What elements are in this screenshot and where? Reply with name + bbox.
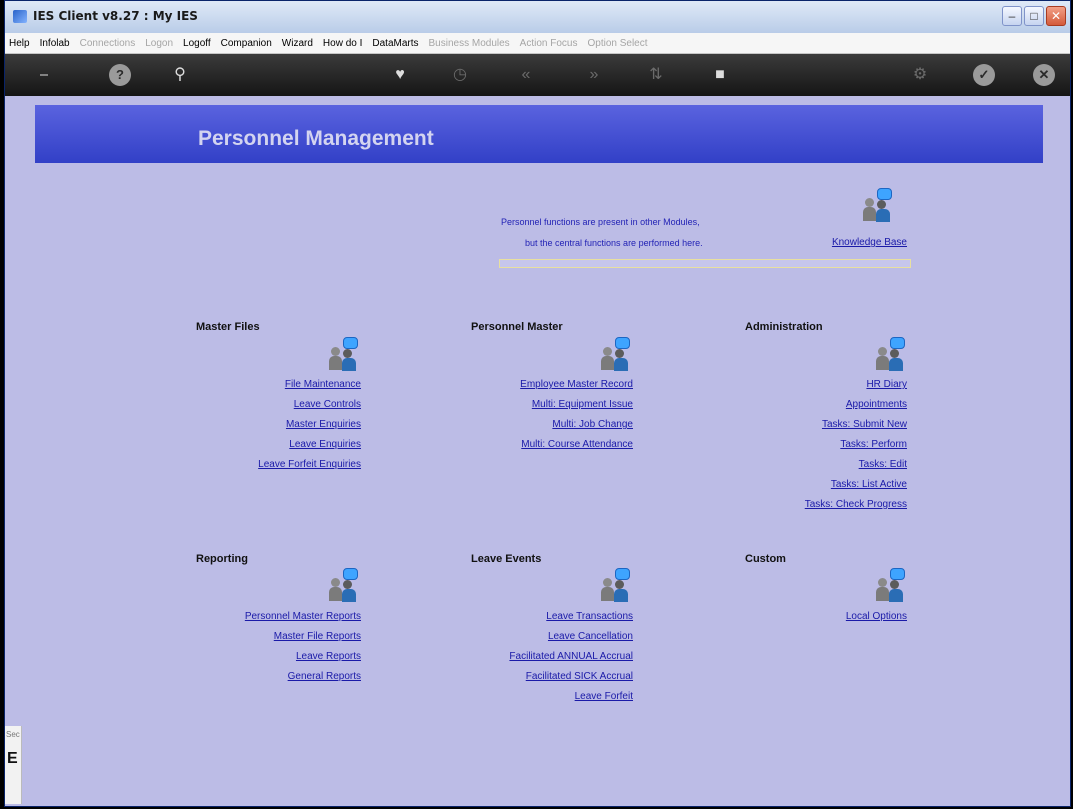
link-personnel-master-reports[interactable]: Personnel Master Reports <box>245 609 361 629</box>
toolbar: ⎯ ? ⚲ ♥ ◷ « » ⇅ ■ ⚙ ✓ ✕ <box>5 54 1070 96</box>
custom-title: Custom <box>745 553 786 565</box>
link-leave-transactions[interactable]: Leave Transactions <box>546 609 633 629</box>
personnel-master-links: Employee Master Record Multi: Equipment … <box>520 377 633 457</box>
reporting-person-icon[interactable] <box>328 568 358 602</box>
cancel-icon[interactable]: ✕ <box>1033 64 1055 86</box>
side-panel-stub[interactable]: Sec E <box>5 726 22 804</box>
minimize-button[interactable]: – <box>1002 6 1022 26</box>
knowledge-base-icon[interactable] <box>862 188 892 222</box>
link-multi-course-attendance[interactable]: Multi: Course Attendance <box>521 437 633 457</box>
clock-icon[interactable]: ◷ <box>449 64 471 86</box>
confirm-icon[interactable]: ✓ <box>973 64 995 86</box>
custom-links: Local Options <box>846 609 907 629</box>
leave-events-links: Leave Transactions Leave Cancellation Fa… <box>509 609 633 709</box>
link-tasks-perform[interactable]: Tasks: Perform <box>840 437 907 457</box>
link-multi-job-change[interactable]: Multi: Job Change <box>552 417 633 437</box>
link-master-enquiries[interactable]: Master Enquiries <box>286 417 361 437</box>
menu-connections[interactable]: Connections <box>80 38 136 49</box>
link-leave-reports[interactable]: Leave Reports <box>296 649 361 669</box>
master-files-person-icon[interactable] <box>328 337 358 371</box>
link-tasks-edit[interactable]: Tasks: Edit <box>859 457 907 477</box>
link-tasks-list-active[interactable]: Tasks: List Active <box>831 477 907 497</box>
menu-companion[interactable]: Companion <box>221 38 272 49</box>
administration-title: Administration <box>745 321 823 333</box>
help-icon[interactable]: ? <box>109 64 131 86</box>
link-leave-forfeit-enquiries[interactable]: Leave Forfeit Enquiries <box>258 457 361 477</box>
link-employee-master-record[interactable]: Employee Master Record <box>520 377 633 397</box>
info-text-line-1: Personnel functions are present in other… <box>501 217 700 227</box>
menu-logoff[interactable]: Logoff <box>183 38 211 49</box>
menu-how-do-i[interactable]: How do I <box>323 38 362 49</box>
menu-action-focus[interactable]: Action Focus <box>520 38 578 49</box>
administration-person-icon[interactable] <box>875 337 905 371</box>
settings-icon[interactable]: ⚙ <box>909 64 931 86</box>
stop-icon[interactable]: ■ <box>709 64 731 86</box>
menu-option-select[interactable]: Option Select <box>587 38 647 49</box>
reporting-title: Reporting <box>196 553 248 565</box>
menu-logon[interactable]: Logon <box>145 38 173 49</box>
menu-datamarts[interactable]: DataMarts <box>372 38 418 49</box>
master-files-title: Master Files <box>196 321 260 333</box>
info-text-line-2: but the central functions are performed … <box>525 238 703 248</box>
link-leave-enquiries[interactable]: Leave Enquiries <box>289 437 361 457</box>
page-banner: Personnel Management <box>35 105 1043 163</box>
info-progress-bar <box>499 259 911 268</box>
personnel-master-person-icon[interactable] <box>600 337 630 371</box>
heart-icon[interactable]: ♥ <box>389 64 411 86</box>
leave-events-title: Leave Events <box>471 553 542 565</box>
link-master-file-reports[interactable]: Master File Reports <box>274 629 361 649</box>
link-general-reports[interactable]: General Reports <box>288 669 361 689</box>
link-multi-equipment-issue[interactable]: Multi: Equipment Issue <box>532 397 633 417</box>
menu-bar: Help Infolab Connections Logon Logoff Co… <box>5 33 1070 54</box>
app-icon <box>13 10 27 23</box>
reporting-links: Personnel Master Reports Master File Rep… <box>245 609 361 689</box>
personnel-master-title: Personnel Master <box>471 321 563 333</box>
maximize-button[interactable]: □ <box>1024 6 1044 26</box>
leave-events-person-icon[interactable] <box>600 568 630 602</box>
menu-wizard[interactable]: Wizard <box>282 38 313 49</box>
knowledge-base-link[interactable]: Knowledge Base <box>832 237 907 248</box>
main-content: Personnel Management Personnel functions… <box>5 96 1070 806</box>
link-local-options[interactable]: Local Options <box>846 609 907 629</box>
pin-icon[interactable]: ⇅ <box>645 64 667 86</box>
menu-infolab[interactable]: Infolab <box>40 38 70 49</box>
menu-business-modules[interactable]: Business Modules <box>429 38 510 49</box>
custom-person-icon[interactable] <box>875 568 905 602</box>
link-hr-diary[interactable]: HR Diary <box>866 377 907 397</box>
link-facilitated-annual-accrual[interactable]: Facilitated ANNUAL Accrual <box>509 649 633 669</box>
link-leave-controls[interactable]: Leave Controls <box>294 397 361 417</box>
key-icon[interactable]: ⎯ <box>33 64 55 86</box>
close-button[interactable]: ✕ <box>1046 6 1066 26</box>
forward-icon[interactable]: » <box>583 64 605 86</box>
title-bar: IES Client v8.27 : My IES – □ ✕ <box>5 1 1070 34</box>
link-appointments[interactable]: Appointments <box>846 397 907 417</box>
side-panel-letter: E <box>7 750 18 767</box>
menu-help[interactable]: Help <box>9 38 30 49</box>
search-icon[interactable]: ⚲ <box>169 64 191 86</box>
master-files-links: File Maintenance Leave Controls Master E… <box>258 377 361 477</box>
link-tasks-check-progress[interactable]: Tasks: Check Progress <box>805 497 907 517</box>
side-panel-label: Sec <box>6 730 20 739</box>
link-facilitated-sick-accrual[interactable]: Facilitated SICK Accrual <box>526 669 633 689</box>
administration-links: HR Diary Appointments Tasks: Submit New … <box>805 377 907 517</box>
link-tasks-submit-new[interactable]: Tasks: Submit New <box>822 417 907 437</box>
window-title: IES Client v8.27 : My IES <box>33 9 198 23</box>
page-title: Personnel Management <box>198 127 434 150</box>
app-window: IES Client v8.27 : My IES – □ ✕ Help Inf… <box>4 0 1071 807</box>
link-leave-forfeit[interactable]: Leave Forfeit <box>575 689 633 709</box>
link-file-maintenance[interactable]: File Maintenance <box>285 377 361 397</box>
back-icon[interactable]: « <box>515 64 537 86</box>
link-leave-cancellation[interactable]: Leave Cancellation <box>548 629 633 649</box>
